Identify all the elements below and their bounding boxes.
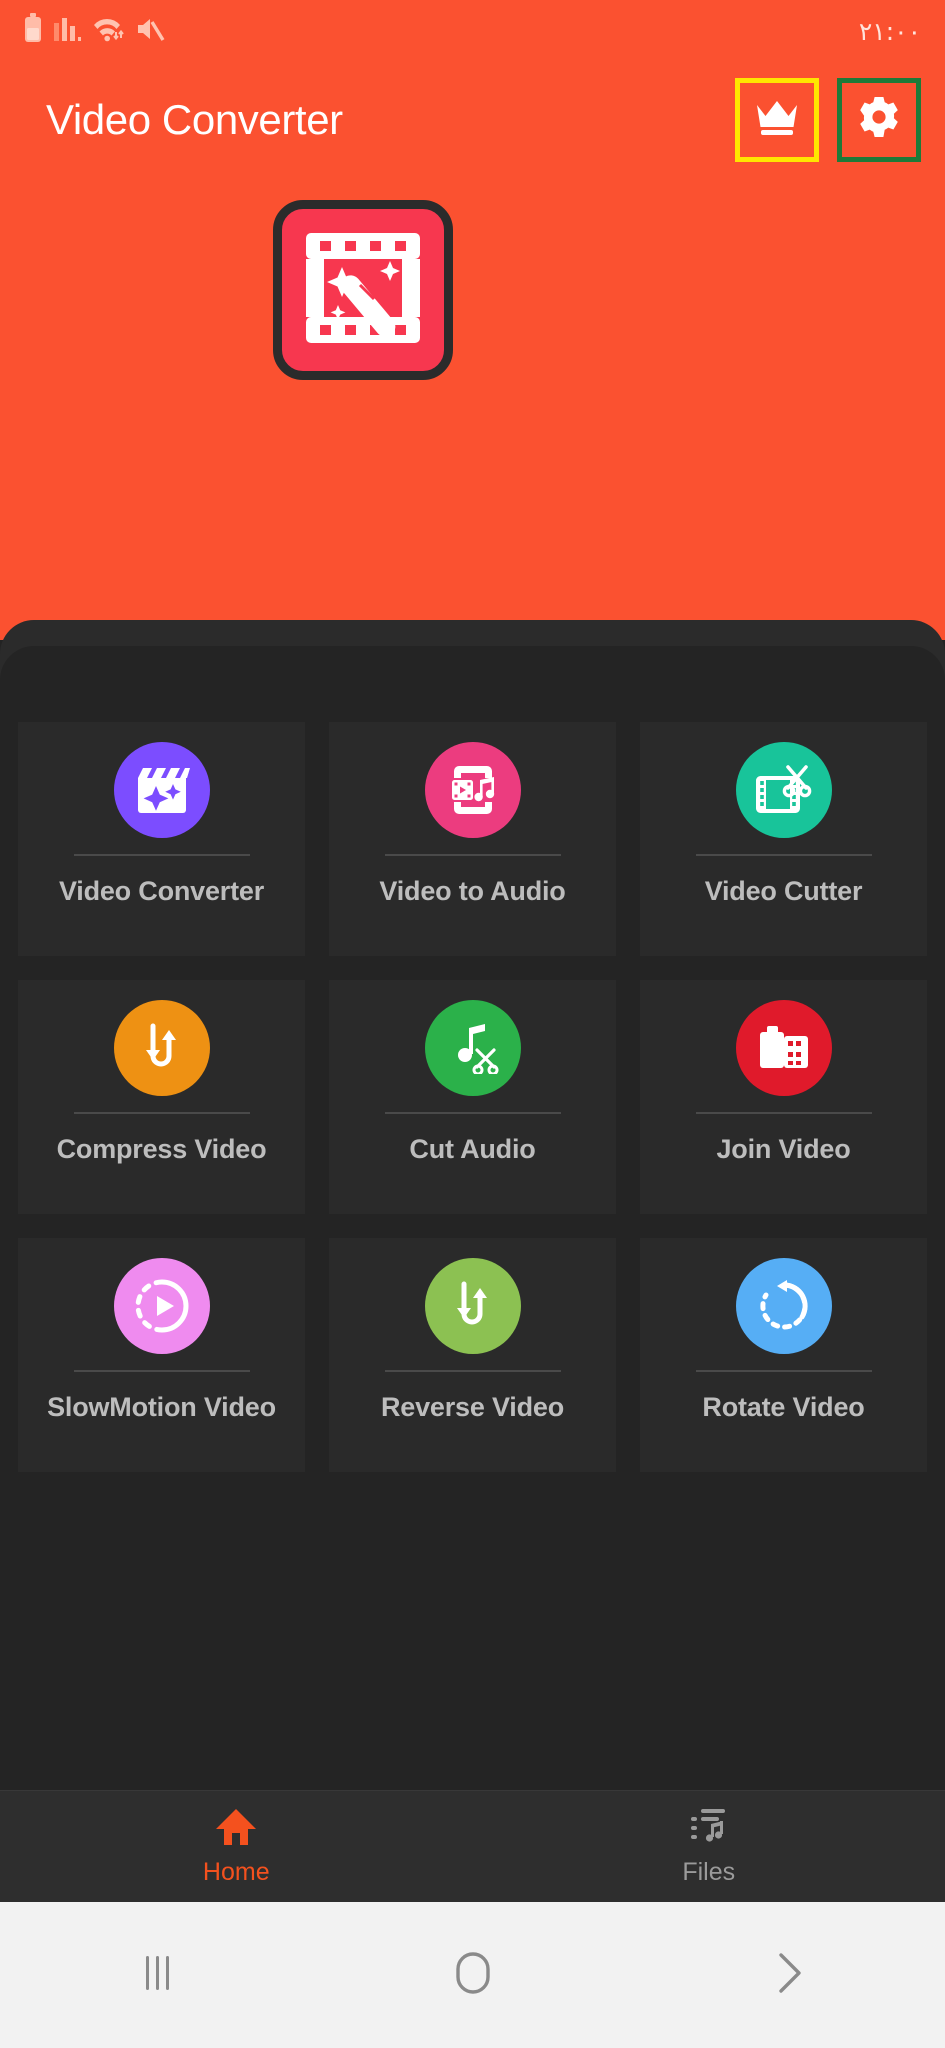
clapperboard-sparkle-icon (113, 742, 210, 838)
tool-rotate-video[interactable]: Rotate Video (640, 1238, 927, 1472)
tool-label: Video to Audio (379, 876, 566, 906)
settings-button[interactable] (837, 77, 921, 162)
app-bar-actions (735, 77, 921, 162)
battery-icon (24, 13, 42, 48)
tool-label: Reverse Video (380, 1392, 564, 1422)
tool-label: Join Video (716, 1134, 851, 1164)
tab-home[interactable]: Home (0, 1807, 473, 1887)
tile-divider (73, 854, 250, 856)
join-film-icon (735, 1000, 832, 1096)
android-nav-bar (0, 1902, 945, 2048)
home-icon (214, 1807, 258, 1852)
tool-reverse-video[interactable]: Reverse Video (329, 1238, 616, 1472)
tool-join-video[interactable]: Join Video (640, 980, 927, 1214)
tab-files-label: Files (682, 1857, 736, 1886)
music-scissors-icon (424, 1000, 521, 1096)
tool-label: Compress Video (56, 1134, 267, 1164)
recents-button[interactable] (0, 1952, 315, 1999)
tools-panel: Video Converter Video to Audio Video Cut… (0, 620, 945, 1902)
status-bar: ۲۱:۰۰ (0, 0, 945, 62)
reverse-arrows-icon (424, 1258, 521, 1354)
tool-cut-audio[interactable]: Cut Audio (329, 980, 616, 1214)
tile-divider (695, 1370, 872, 1372)
tools-panel-inner: Video Converter Video to Audio Video Cut… (0, 646, 945, 1902)
tool-label: Video Converter (58, 876, 265, 906)
bottom-navigation: Home Files (0, 1790, 945, 1902)
tile-divider (695, 854, 872, 856)
home-button[interactable] (315, 1950, 630, 2001)
phone-screen: ۲۱:۰۰ Video Converter Video Converter Vi… (0, 0, 945, 2048)
back-chevron-icon (771, 1951, 805, 2000)
crown-icon (754, 96, 800, 143)
back-button[interactable] (630, 1951, 945, 2000)
tile-divider (695, 1112, 872, 1114)
compress-arrows-icon (113, 1000, 210, 1096)
premium-button[interactable] (735, 77, 819, 162)
tool-video-converter[interactable]: Video Converter (18, 722, 305, 956)
tool-video-cutter[interactable]: Video Cutter (640, 722, 927, 956)
tile-divider (384, 1112, 561, 1114)
video-editor-app-logo (298, 225, 428, 356)
tab-home-label: Home (202, 1857, 270, 1886)
files-music-icon (689, 1807, 729, 1852)
tools-grid: Video Converter Video to Audio Video Cut… (18, 722, 927, 1472)
tool-label: Cut Audio (409, 1134, 536, 1164)
tab-files[interactable]: Files (473, 1807, 945, 1887)
tile-divider (384, 1370, 561, 1372)
tool-slowmotion-video[interactable]: SlowMotion Video (18, 1238, 305, 1472)
signal-bars-icon (53, 15, 81, 48)
app-header: ۲۱:۰۰ Video Converter (0, 0, 945, 640)
tool-label: Rotate Video (702, 1392, 865, 1422)
film-scissors-icon (735, 742, 832, 838)
wifi-icon (92, 15, 124, 48)
phone-film-music-icon (424, 742, 521, 838)
app-logo (273, 200, 453, 380)
tool-label: SlowMotion Video (47, 1392, 276, 1422)
status-bar-clock: ۲۱:۰۰ (858, 16, 921, 46)
rotate-arrow-icon (735, 1258, 832, 1354)
tile-divider (73, 1112, 250, 1114)
status-bar-icons (24, 13, 165, 48)
tile-divider (73, 1370, 250, 1372)
page-title: Video Converter (46, 95, 343, 143)
mute-icon (135, 15, 165, 48)
home-circle-icon (452, 1950, 494, 2001)
app-bar: Video Converter (0, 62, 945, 177)
tool-video-to-audio[interactable]: Video to Audio (329, 722, 616, 956)
recents-icon (141, 1952, 175, 1999)
gear-icon (857, 95, 901, 144)
slow-motion-play-icon (113, 1258, 210, 1354)
tool-label: Video Cutter (704, 876, 863, 906)
tool-compress-video[interactable]: Compress Video (18, 980, 305, 1214)
tile-divider (384, 854, 561, 856)
